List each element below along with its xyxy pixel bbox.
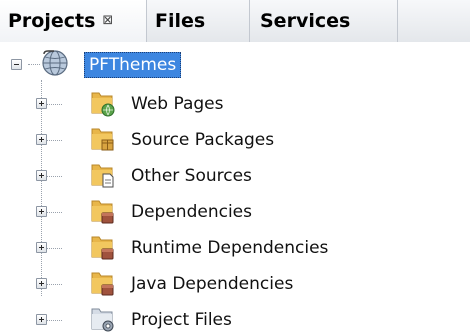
tab-files-label: Files xyxy=(155,10,206,32)
expand-icon[interactable] xyxy=(36,98,47,109)
tree-root-row[interactable]: PFThemes xyxy=(84,50,182,80)
collapse-icon[interactable] xyxy=(11,59,22,70)
tree-item[interactable]: Web Pages xyxy=(131,89,223,119)
globe-project-icon xyxy=(40,48,70,82)
tree-item[interactable]: Source Packages xyxy=(131,125,274,155)
tree-item-label: Source Packages xyxy=(131,130,275,150)
tree-item[interactable]: Project Files xyxy=(131,305,232,335)
tree-item-label: Web Pages xyxy=(131,94,224,114)
project-name: PFThemes xyxy=(84,52,182,78)
tree-item-label: Project Files xyxy=(131,310,232,330)
folder-jar-icon xyxy=(90,197,116,229)
folder-web-icon xyxy=(90,89,116,121)
tab-bar-filler xyxy=(398,0,470,42)
tree-guide-line xyxy=(28,64,40,65)
expand-icon[interactable] xyxy=(36,242,47,253)
tree-item[interactable]: Java Dependencies xyxy=(131,269,293,299)
folder-jar-icon xyxy=(90,233,116,265)
tree-item[interactable]: Dependencies xyxy=(131,197,252,227)
tab-files[interactable]: Files xyxy=(147,0,250,42)
tree-guide-line xyxy=(41,80,42,296)
tab-projects[interactable]: Projects ⊠ xyxy=(0,0,147,42)
folder-config-icon xyxy=(90,305,116,335)
tab-services-label: Services xyxy=(260,10,351,32)
expand-icon[interactable] xyxy=(36,278,47,289)
project-tree: PFThemes Web Pages Source Packages Other… xyxy=(0,42,470,335)
tree-item-label: Runtime Dependencies xyxy=(131,238,329,258)
expand-icon[interactable] xyxy=(36,206,47,217)
expand-icon[interactable] xyxy=(36,314,47,325)
tree-item[interactable]: Other Sources xyxy=(131,161,252,191)
folder-file-icon xyxy=(90,161,116,193)
tab-projects-label: Projects xyxy=(8,10,96,32)
folder-package-icon xyxy=(90,125,116,157)
tab-services[interactable]: Services xyxy=(250,0,398,42)
tree-item-label: Dependencies xyxy=(131,202,252,222)
tree-item-label: Other Sources xyxy=(131,166,252,186)
tree-item[interactable]: Runtime Dependencies xyxy=(131,233,328,263)
tab-bar: Projects ⊠ Files Services xyxy=(0,0,470,42)
tree-item-label: Java Dependencies xyxy=(131,274,294,294)
expand-icon[interactable] xyxy=(36,170,47,181)
expand-icon[interactable] xyxy=(36,134,47,145)
folder-jar-icon xyxy=(90,269,116,301)
tab-close-icon[interactable]: ⊠ xyxy=(102,13,113,28)
